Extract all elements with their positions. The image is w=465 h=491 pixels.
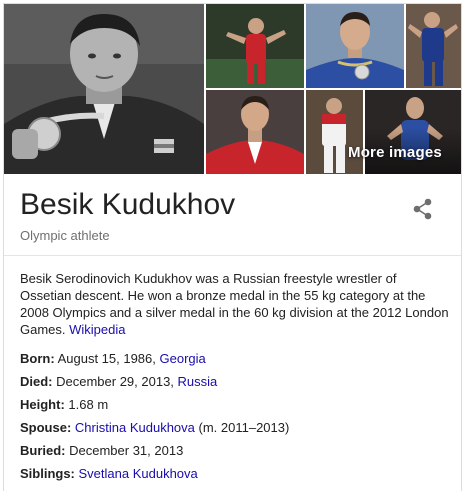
thumbnail-overlay: [365, 90, 461, 174]
portrait-illustration: [4, 4, 204, 174]
knowledge-panel: More images Besik Kudukhov Olympic athle…: [3, 3, 462, 491]
fact-value: August 15, 1986,: [57, 351, 160, 366]
medal-portrait-illustration: [306, 4, 404, 88]
wrestler-blue-illustration: [406, 4, 461, 88]
wikipedia-link[interactable]: Wikipedia: [69, 322, 125, 337]
entity-description: Besik Serodinovich Kudukhov was a Russia…: [20, 270, 450, 338]
fact-value: 1.68 m: [68, 397, 109, 412]
fact-buried: Buried: December 31, 2013: [20, 443, 450, 466]
image-thumbnail[interactable]: [406, 4, 461, 88]
fact-key: Siblings:: [20, 466, 75, 481]
fact-key: Height:: [20, 397, 65, 412]
entity-subtitle: Olympic athlete: [20, 228, 110, 243]
fact-value: December 29, 2013,: [56, 374, 178, 389]
fact-died: Died: December 29, 2013, Russia: [20, 374, 450, 397]
image-thumbnail[interactable]: [206, 90, 304, 174]
main-image[interactable]: [4, 4, 204, 174]
fact-key: Spouse:: [20, 420, 72, 435]
fact-spouse: Spouse: Christina Kudukhova (m. 2011–201…: [20, 420, 450, 443]
fact-height: Height: 1.68 m: [20, 397, 450, 420]
fact-link-russia[interactable]: Russia: [178, 374, 218, 389]
image-thumbnail[interactable]: [365, 90, 461, 174]
entity-title: Besik Kudukhov: [20, 188, 236, 221]
more-images-link[interactable]: More images: [348, 144, 442, 161]
fact-suffix: (m. 2011–2013): [194, 420, 290, 435]
image-thumbnail[interactable]: [206, 4, 304, 88]
red-white-athlete-illustration: [306, 90, 363, 174]
fact-key: Died:: [20, 374, 53, 389]
title-row: Besik Kudukhov Olympic athlete: [4, 174, 461, 256]
image-grid: More images: [4, 4, 461, 174]
fact-siblings: Siblings: Svetlana Kudukhova: [20, 466, 450, 489]
fact-link-spouse[interactable]: Christina Kudukhova: [75, 420, 195, 435]
image-thumbnail[interactable]: [306, 90, 363, 174]
fact-key: Born:: [20, 351, 55, 366]
wrestler-red-illustration: [206, 4, 304, 88]
fact-link-sibling[interactable]: Svetlana Kudukhova: [79, 466, 198, 481]
fact-key: Buried:: [20, 443, 66, 458]
facts-list: Born: August 15, 1986, Georgia Died: Dec…: [20, 351, 450, 489]
share-icon[interactable]: [413, 198, 433, 220]
fact-value: December 31, 2013: [69, 443, 184, 458]
fact-born: Born: August 15, 1986, Georgia: [20, 351, 450, 374]
red-jacket-portrait-illustration: [206, 90, 304, 174]
fact-link-georgia[interactable]: Georgia: [160, 351, 206, 366]
image-thumbnail[interactable]: [306, 4, 404, 88]
